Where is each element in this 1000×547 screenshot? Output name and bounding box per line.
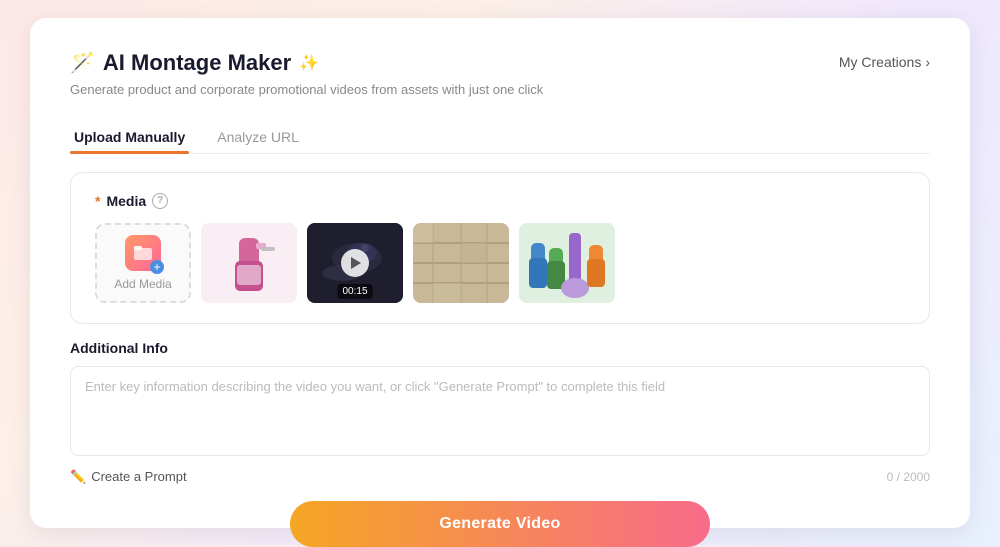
create-prompt-button[interactable]: ✏️ Create a Prompt (70, 469, 187, 485)
stone-image (413, 223, 509, 303)
additional-info-label: Additional Info (70, 340, 930, 356)
header-left: 🪄 AI Montage Maker ✨ Generate product an… (70, 50, 543, 97)
create-prompt-label: Create a Prompt (91, 469, 186, 484)
video-duration-badge: 00:15 (337, 284, 372, 299)
header: 🪄 AI Montage Maker ✨ Generate product an… (70, 50, 930, 97)
folder-icon (133, 243, 153, 263)
media-grid: Add Media (95, 223, 905, 303)
media-label-text: Media (106, 193, 146, 209)
media-thumb-2[interactable]: 00:15 (307, 223, 403, 303)
required-star: * (95, 193, 100, 209)
title-text: AI Montage Maker (103, 50, 291, 76)
tab-upload-manually[interactable]: Upload Manually (70, 121, 189, 153)
app-container: 🪄 AI Montage Maker ✨ Generate product an… (30, 18, 970, 528)
tab-analyze-url[interactable]: Analyze URL (213, 121, 303, 153)
media-thumb-1[interactable] (201, 223, 297, 303)
sparkle-icon: ✨ (299, 53, 319, 73)
play-circle (341, 249, 369, 277)
my-creations-label: My Creations (839, 54, 921, 70)
generate-video-label: Generate Video (439, 515, 560, 532)
tabs-container: Upload Manually Analyze URL (70, 121, 930, 154)
add-media-icon (125, 235, 161, 271)
add-media-button[interactable]: Add Media (95, 223, 191, 303)
play-triangle-icon (351, 257, 361, 269)
media-thumb-4[interactable] (519, 223, 615, 303)
cleaning-image (519, 223, 615, 303)
char-count: 0 / 2000 (887, 470, 930, 484)
app-title: 🪄 AI Montage Maker ✨ (70, 50, 543, 76)
content-card: * Media ? Add Media (70, 172, 930, 324)
my-creations-link[interactable]: My Creations › (839, 54, 930, 70)
info-icon[interactable]: ? (152, 193, 168, 209)
additional-info-textarea[interactable] (70, 366, 930, 456)
generate-btn-wrapper: Generate Video (70, 501, 930, 547)
media-label: * Media ? (95, 193, 905, 209)
generate-video-button[interactable]: Generate Video (290, 501, 710, 547)
pencil-icon: 🪄 (70, 50, 95, 75)
prompt-row: ✏️ Create a Prompt 0 / 2000 (70, 469, 930, 485)
prompt-pen-icon: ✏️ (70, 469, 86, 485)
media-thumb-3[interactable] (413, 223, 509, 303)
chevron-right-icon: › (925, 54, 930, 70)
app-subtitle: Generate product and corporate promotion… (70, 82, 543, 97)
add-media-label: Add Media (114, 277, 171, 291)
additional-info-section: Additional Info ✏️ Create a Prompt 0 / 2… (70, 340, 930, 485)
bottle-image (201, 223, 297, 303)
